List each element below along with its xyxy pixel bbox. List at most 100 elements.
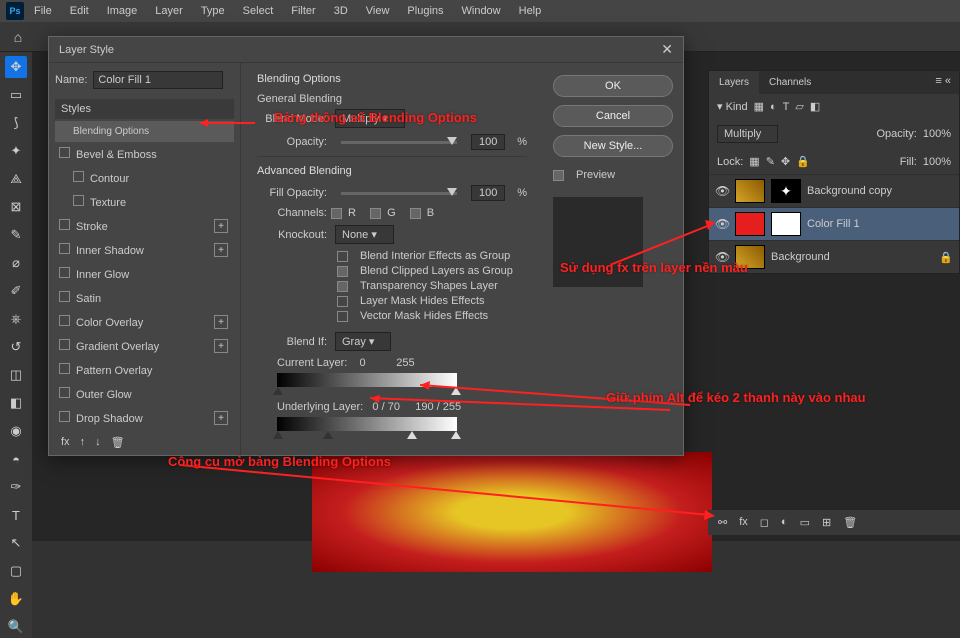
fx-icon[interactable]: fx [61,436,70,449]
down-arrow-icon[interactable]: ↓ [95,436,101,449]
menu-window[interactable]: Window [454,2,509,20]
style-stroke[interactable]: Stroke+ [55,214,234,238]
add-gradient-overlay-icon[interactable]: + [214,339,228,353]
style-drop-shadow[interactable]: Drop Shadow+ [55,406,234,430]
menu-plugins[interactable]: Plugins [399,2,451,20]
visibility-icon[interactable]: 👁 [715,184,729,198]
heal-tool-icon[interactable]: ⌀ [5,252,27,274]
layer-opacity-value[interactable]: 100% [923,128,951,140]
opacity-slider[interactable] [341,141,457,144]
channel-b-checkbox[interactable] [410,208,421,219]
filter-image-icon[interactable]: ▦ [754,100,764,113]
lock-transparent-icon[interactable]: ▦ [749,155,759,168]
blur-tool-icon[interactable]: ◉ [5,420,27,442]
style-bevel[interactable]: Bevel & Emboss [55,142,234,166]
style-gradient-overlay[interactable]: Gradient Overlay+ [55,334,234,358]
kind-filter[interactable]: ▾ Kind [717,100,748,113]
underlying-white-slider-1[interactable] [407,431,417,439]
eraser-tool-icon[interactable]: ◫ [5,364,27,386]
underlying-white-slider-2[interactable] [451,431,461,439]
channel-r-checkbox[interactable] [331,208,342,219]
lock-position-icon[interactable]: ✥ [781,155,790,168]
style-color-overlay[interactable]: Color Overlay+ [55,310,234,334]
style-contour[interactable]: Contour [55,166,234,190]
filter-smart-icon[interactable]: ◧ [810,100,820,113]
style-pattern-overlay[interactable]: Pattern Overlay [55,358,234,382]
home-icon[interactable]: ⌂ [8,27,28,47]
ok-button[interactable]: OK [553,75,673,97]
filter-shape-icon[interactable]: ▱ [795,100,803,113]
type-tool-icon[interactable]: T [5,504,27,526]
layer-background-copy[interactable]: 👁 ✦ Background copy [709,174,959,207]
layer-blend-mode[interactable]: Multiply [717,125,778,143]
crop-tool-icon[interactable]: ⟁ [5,168,27,190]
history-brush-icon[interactable]: ↺ [5,336,27,358]
close-icon[interactable]: ✕ [661,41,673,58]
cb-transparency-shapes[interactable] [337,281,348,292]
cb-clipped-layers[interactable] [337,266,348,277]
fx-button-icon[interactable]: fx [739,516,748,529]
fill-opacity-input[interactable] [471,185,505,201]
path-tool-icon[interactable]: ↖ [5,532,27,554]
channel-g-checkbox[interactable] [370,208,381,219]
menu-edit[interactable]: Edit [62,2,97,20]
fill-opacity-slider[interactable] [341,192,457,195]
group-icon[interactable]: ▭ [800,516,810,529]
zoom-tool-icon[interactable]: 🔍 [5,616,27,638]
stamp-tool-icon[interactable]: ⎈ [5,308,27,330]
preview-checkbox[interactable] [553,170,564,181]
tab-layers[interactable]: Layers [709,71,759,94]
add-color-overlay-icon[interactable]: + [214,315,228,329]
panel-menu-icon[interactable]: ≡ « [927,71,959,94]
eyedropper-tool-icon[interactable]: ✎ [5,224,27,246]
layer-name-input[interactable] [93,71,223,89]
current-black-slider[interactable] [273,387,283,395]
menu-layer[interactable]: Layer [147,2,191,20]
tab-channels[interactable]: Channels [759,71,821,94]
add-drop-shadow-icon[interactable]: + [214,411,228,425]
lasso-tool-icon[interactable]: ⟆ [5,112,27,134]
style-inner-glow[interactable]: Inner Glow [55,262,234,286]
pen-tool-icon[interactable]: ✑ [5,476,27,498]
menu-select[interactable]: Select [235,2,282,20]
cb-vector-mask-hides[interactable] [337,311,348,322]
blendif-select[interactable]: Gray ▾ [335,332,391,351]
move-tool-icon[interactable]: ✥ [5,56,27,78]
underlying-black-slider-1[interactable] [273,431,283,439]
shape-tool-icon[interactable]: ▢ [5,560,27,582]
new-style-button[interactable]: New Style... [553,135,673,157]
lock-all-icon[interactable]: 🔒 [796,155,810,168]
dodge-tool-icon[interactable]: ◓ [5,448,27,470]
menu-3d[interactable]: 3D [326,2,356,20]
menu-help[interactable]: Help [511,2,550,20]
new-layer-icon[interactable]: ⊞ [822,516,831,529]
frame-tool-icon[interactable]: ⊠ [5,196,27,218]
menu-view[interactable]: View [358,2,398,20]
underlying-black-slider-2[interactable] [323,431,333,439]
menu-type[interactable]: Type [193,2,233,20]
menu-file[interactable]: File [26,2,60,20]
mask-button-icon[interactable]: ◻ [760,516,769,529]
adjustment-layer-icon[interactable]: ◐ [781,516,788,529]
underlying-layer-gradient[interactable] [277,417,457,431]
brush-tool-icon[interactable]: ✐ [5,280,27,302]
cb-interior-effects[interactable] [337,251,348,262]
marquee-tool-icon[interactable]: ▭ [5,84,27,106]
knockout-select[interactable]: None ▾ [335,225,394,244]
style-outer-glow[interactable]: Outer Glow [55,382,234,406]
style-texture[interactable]: Texture [55,190,234,214]
fill-value[interactable]: 100% [923,156,951,168]
lock-pixels-icon[interactable]: ✎ [766,155,775,168]
style-satin[interactable]: Satin [55,286,234,310]
menu-image[interactable]: Image [99,2,146,20]
up-arrow-icon[interactable]: ↑ [80,436,86,449]
delete-layer-icon[interactable]: 🗑 [843,516,857,529]
wand-tool-icon[interactable]: ✦ [5,140,27,162]
cb-layer-mask-hides[interactable] [337,296,348,307]
filter-type-icon[interactable]: T [783,101,790,113]
layer-color-fill[interactable]: 👁 Color Fill 1 [709,207,959,240]
gradient-tool-icon[interactable]: ◧ [5,392,27,414]
filter-adjust-icon[interactable]: ◐ [770,101,777,113]
add-inner-shadow-icon[interactable]: + [214,243,228,257]
cancel-button[interactable]: Cancel [553,105,673,127]
